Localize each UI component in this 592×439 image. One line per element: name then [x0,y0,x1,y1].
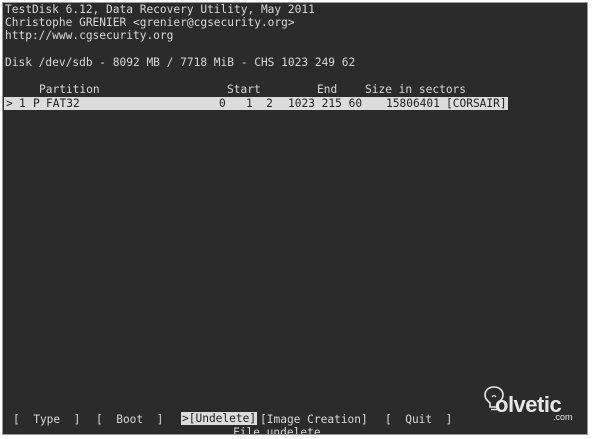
menu-type[interactable]: [ Type ] [13,413,80,426]
partition-flag: P [33,97,40,110]
partition-start: 0 1 2 [219,97,273,110]
disk-info-line: Disk /dev/sdb - 8092 MB / 7718 MiB - CHS… [5,56,356,69]
menu-undelete-selected[interactable]: >[Undelete] [181,412,258,425]
partition-size: 15806401 [386,97,440,110]
website-line: http://www.cgsecurity.org [5,29,174,42]
terminal-window: TestDisk 6.12, Data Recovery Utility, Ma… [2,2,588,435]
header-start: Start [227,83,261,96]
watermark-suffix: .com [553,412,573,422]
partition-type: FAT32 [46,97,80,110]
author-line: Christophe GRENIER <grenier@cgsecurity.o… [5,16,295,29]
header-end: End [317,83,338,96]
header-partition: Partition [39,83,100,96]
row-cursor: > [6,97,13,110]
partition-label: [CORSAIR] [446,97,507,110]
partition-end: 1023 215 60 [288,97,363,110]
partition-table-header: Partition Start End Size in sectors [3,83,587,96]
screenshot-frame: TestDisk 6.12, Data Recovery Utility, Ma… [0,0,592,439]
menu-hint-text: File undelete [233,426,321,435]
header-size: Size in sectors [365,83,467,96]
watermark-brand: olvetic [495,392,562,417]
partition-number: 1 [19,97,26,110]
partition-row-selected[interactable]: > 1 P FAT32 0 1 2 1023 215 60 15806401 [… [4,97,508,110]
app-title-line: TestDisk 6.12, Data Recovery Utility, Ma… [5,3,315,16]
menu-boot[interactable]: [ Boot ] [96,413,163,426]
menu-image-creation[interactable]: [Image Creation] [260,413,368,426]
menu-quit[interactable]: [ Quit ] [385,413,452,426]
